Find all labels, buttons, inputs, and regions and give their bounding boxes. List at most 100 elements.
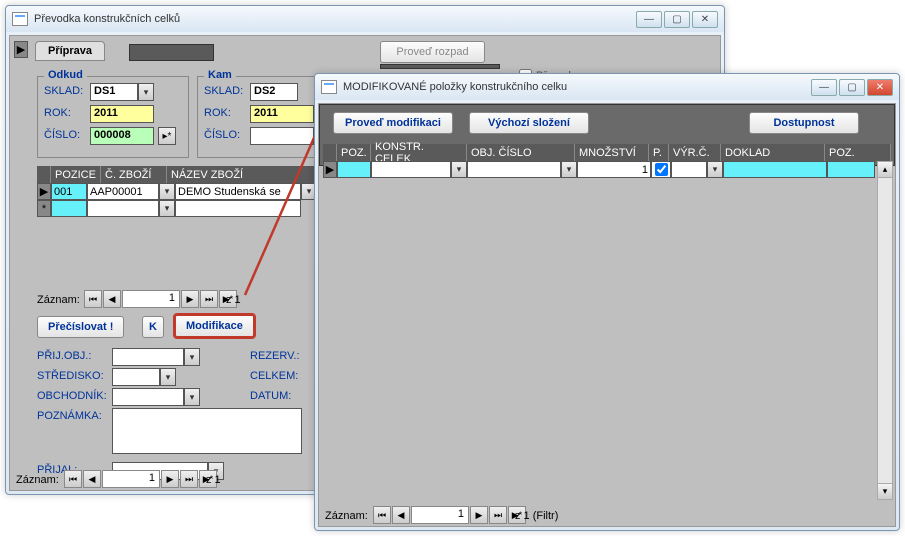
record-navigator-2: ⏮ ◀ 1 ▶ ⏭ ▶* xyxy=(64,470,217,488)
nav2-position[interactable]: 1 xyxy=(102,470,160,488)
kam-rok-input[interactable]: 2011 xyxy=(250,105,314,123)
precislovat-button[interactable]: Přečíslovat ! xyxy=(37,316,124,338)
tab-priprava[interactable]: Příprava xyxy=(35,41,105,61)
minimize-button[interactable]: — xyxy=(636,11,662,28)
vychozi-slozeni-button[interactable]: Výchozí složení xyxy=(469,112,589,134)
stredisko-input[interactable] xyxy=(112,368,160,386)
cislo-label: ČÍSLO: xyxy=(44,129,80,141)
win2-cell-poz[interactable] xyxy=(337,161,371,178)
kam-cislo-input[interactable] xyxy=(250,127,314,145)
nav-next[interactable]: ▶ xyxy=(181,290,199,308)
maximize-button[interactable]: ▢ xyxy=(664,11,690,28)
kam-sklad-input[interactable]: DS2 xyxy=(250,83,298,101)
nav2-first[interactable]: ⏮ xyxy=(64,470,82,488)
win2-close-button[interactable]: ✕ xyxy=(867,79,893,96)
win2-cell-vyrc[interactable] xyxy=(671,161,707,178)
titlebar-1[interactable]: Převodka konstrukčních celků — ▢ ✕ xyxy=(6,6,724,32)
cell-czbozi-new-dropdown[interactable] xyxy=(159,200,175,217)
win2-vyrc-dropdown[interactable] xyxy=(707,161,723,178)
nav2-label: Záznam: xyxy=(16,474,59,486)
poznamka-label: POZNÁMKA: xyxy=(37,410,102,422)
proved-modifikaci-button[interactable]: Proveď modifikaci xyxy=(333,112,453,134)
scroll-down[interactable]: ▾ xyxy=(878,483,892,499)
win2-record-navigator: ⏮ ◀ 1 ▶ ⏭ ▶* xyxy=(373,506,526,524)
win2-nav-next[interactable]: ▶ xyxy=(470,506,488,524)
k-button[interactable]: K xyxy=(142,316,164,338)
nav-first[interactable]: ⏮ xyxy=(84,290,102,308)
nav1-total: z 1 xyxy=(226,294,241,306)
stredisko-dropdown[interactable] xyxy=(160,368,176,386)
odkud-rok-input[interactable]: 2011 xyxy=(90,105,154,123)
win2-nav-first[interactable]: ⏮ xyxy=(373,506,391,524)
win2-maximize-button[interactable]: ▢ xyxy=(839,79,865,96)
dostupnost-button[interactable]: Dostupnost xyxy=(749,112,859,134)
record-selector[interactable]: ▶ xyxy=(14,41,28,58)
win2-nav-label: Záznam: xyxy=(325,510,368,522)
kam-sklad-label: SKLAD: xyxy=(204,85,243,97)
scroll-up[interactable]: ▴ xyxy=(878,162,892,178)
prijobj-label: PŘIJ.OBJ.: xyxy=(37,350,91,362)
cell-nazev[interactable]: DEMO Studenská se xyxy=(175,183,301,200)
row-selector-new[interactable]: * xyxy=(37,200,51,217)
cell-poz[interactable]: 001 xyxy=(51,183,87,200)
win2-row-selector[interactable]: ▶ xyxy=(323,161,337,178)
nav1-label: Záznam: xyxy=(37,294,80,306)
nav2-last[interactable]: ⏭ xyxy=(180,470,198,488)
col-p: P. xyxy=(649,144,669,161)
odkud-cislo-input[interactable]: 000008 xyxy=(90,127,154,145)
dark-field-1 xyxy=(129,44,214,61)
win2-cell-mnoz[interactable]: 1 xyxy=(577,161,651,178)
p-checkbox[interactable] xyxy=(655,163,668,176)
odkud-sklad-dropdown[interactable] xyxy=(138,83,154,101)
poznamka-textarea[interactable] xyxy=(112,408,302,454)
cell-nazev-new[interactable] xyxy=(175,200,301,217)
window-modifikovane: MODIFIKOVANÉ položky konstrukčního celku… xyxy=(314,73,900,531)
cell-czbozi-dropdown[interactable] xyxy=(159,183,175,200)
win2-cell-objc[interactable] xyxy=(467,161,561,178)
nav2-total: z 1 xyxy=(206,474,221,486)
nav-prev[interactable]: ◀ xyxy=(103,290,121,308)
rok-label: ROK: xyxy=(44,107,71,119)
group-kam-title: Kam xyxy=(204,69,236,81)
prijobj-dropdown[interactable] xyxy=(184,348,200,366)
win2-nav-position[interactable]: 1 xyxy=(411,506,469,524)
table-header: POZICE Č. ZBOŽÍ NÁZEV ZBOŽÍ xyxy=(37,166,317,183)
nav2-prev[interactable]: ◀ xyxy=(83,470,101,488)
win2-minimize-button[interactable]: — xyxy=(811,79,837,96)
col-czbozi: Č. ZBOŽÍ xyxy=(101,166,167,183)
prijobj-input[interactable] xyxy=(112,348,184,366)
modifikace-button[interactable]: Modifikace xyxy=(174,314,255,338)
cell-czbozi-new[interactable] xyxy=(87,200,159,217)
odkud-lookup-button[interactable]: ▸* xyxy=(158,127,176,145)
titlebar-2[interactable]: MODIFIKOVANÉ položky konstrukčního celku… xyxy=(315,74,899,100)
win2-cell-doklad[interactable] xyxy=(723,161,827,178)
proved-rozpad-button[interactable]: Proveď rozpad xyxy=(380,41,485,63)
cell-czbozi[interactable]: AAP00001 xyxy=(87,183,159,200)
nav-position[interactable]: 1 xyxy=(122,290,180,308)
win2-kc-dropdown[interactable] xyxy=(451,161,467,178)
obchodnik-dropdown[interactable] xyxy=(184,388,200,406)
win2-cell-p[interactable] xyxy=(651,161,671,178)
row-selector-1[interactable]: ▶ xyxy=(37,183,51,200)
odkud-sklad-input[interactable]: DS1 xyxy=(90,83,138,101)
group-odkud: Odkud SKLAD: DS1 ROK: 2011 ČÍSLO: 000008… xyxy=(37,76,189,158)
win2-nav-last[interactable]: ⏭ xyxy=(489,506,507,524)
nav2-next[interactable]: ▶ xyxy=(161,470,179,488)
kam-rok-label: ROK: xyxy=(204,107,231,119)
celkem-label: CELKEM: xyxy=(250,370,298,382)
obchodnik-label: OBCHODNÍK: xyxy=(37,390,107,402)
win2-cell-poz2[interactable] xyxy=(827,161,875,178)
col-vyrc: VÝR.Č. xyxy=(669,144,721,161)
obchodnik-input[interactable] xyxy=(112,388,184,406)
close-button[interactable]: ✕ xyxy=(692,11,718,28)
col-nazev: NÁZEV ZBOŽÍ xyxy=(167,166,317,183)
win2-nav-prev[interactable]: ◀ xyxy=(392,506,410,524)
win2-cell-kc[interactable] xyxy=(371,161,451,178)
kam-cislo-label: ČÍSLO: xyxy=(204,129,240,141)
vertical-scrollbar[interactable]: ▴ ▾ xyxy=(877,161,893,500)
col-doklad: DOKLAD xyxy=(721,144,825,161)
cell-poz-new[interactable] xyxy=(51,200,87,217)
app-icon-2 xyxy=(321,80,337,94)
nav-last[interactable]: ⏭ xyxy=(200,290,218,308)
win2-objc-dropdown[interactable] xyxy=(561,161,577,178)
